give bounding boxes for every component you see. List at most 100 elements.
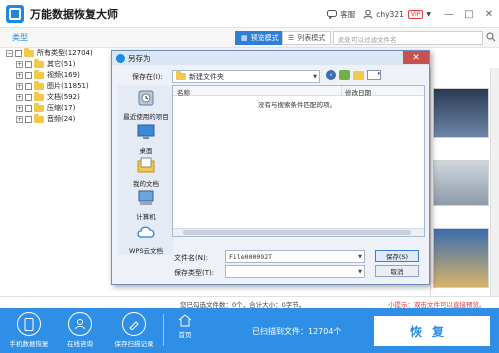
app-logo-icon (6, 4, 24, 23)
toolbar: 类型 ▦ 预览模式 ☰ 列表模式 此处可以过滤文件名 (0, 28, 499, 48)
place-recent[interactable]: 最近使用的项目 (118, 89, 174, 121)
filter-input[interactable]: 此处可以过滤文件名 (333, 31, 483, 45)
folder-icon (34, 113, 44, 123)
tree-root[interactable]: − 所有类型(12704) (6, 47, 93, 58)
checkbox[interactable] (15, 49, 22, 57)
expand-icon[interactable]: + (16, 93, 23, 101)
back-icon[interactable]: ‹ (326, 70, 336, 80)
maximize-button[interactable]: □ (459, 0, 479, 28)
dialog-title-bar[interactable]: 另存为 ✕ (112, 51, 429, 65)
list-mode-label: 列表模式 (297, 34, 326, 42)
folder-icon (34, 58, 44, 68)
scrollbar-thumb[interactable] (183, 230, 411, 235)
place-label: 计算机 (136, 213, 156, 221)
checkbox[interactable] (25, 115, 32, 123)
grid-icon: ▦ (241, 34, 248, 42)
vertical-scrollbar[interactable] (490, 68, 499, 296)
phone-icon (17, 312, 41, 336)
search-icon[interactable] (486, 32, 496, 42)
computer-icon (138, 190, 154, 205)
save-in-select[interactable]: 新建文件夹 ▼ (172, 70, 320, 83)
vip-badge: VIP (407, 9, 424, 19)
empty-message: 没有与搜索条件匹配的项。 (258, 101, 336, 109)
dialog-close-button[interactable]: ✕ (403, 51, 429, 64)
collapse-icon[interactable]: − (6, 49, 13, 57)
app-title: 万能数据恢复大师 (30, 7, 118, 21)
preview-mode-label: 预览模式 (250, 34, 279, 42)
save-in-value: 新建文件夹 (189, 72, 224, 81)
recent-icon (138, 90, 154, 106)
save-scan-record-label: 保存扫描记录 (114, 340, 154, 348)
file-list[interactable]: 名称 修改日期 没有与搜索条件匹配的项。 (172, 85, 425, 237)
tree-item[interactable]: + 文档(592) (16, 91, 80, 102)
checkbox[interactable] (25, 82, 32, 90)
place-wps-cloud[interactable]: WPS云文档 (118, 223, 174, 255)
up-folder-icon[interactable] (339, 70, 350, 80)
tree-item[interactable]: + 图片(11851) (16, 80, 89, 91)
tree-item-label: 文档(592) (47, 93, 80, 101)
tree-root-label: 所有类型(12704) (37, 49, 93, 57)
expand-icon[interactable]: + (16, 60, 23, 68)
list-icon: ☰ (288, 34, 295, 42)
breadcrumb[interactable]: 类型 (12, 32, 28, 43)
checkbox[interactable] (25, 93, 32, 101)
checkbox[interactable] (25, 104, 32, 112)
filename-input[interactable]: File000092T ▼ (225, 250, 365, 263)
cloud-icon (137, 226, 155, 238)
checkbox[interactable] (25, 71, 32, 79)
save-button[interactable]: 保存(S) (375, 250, 419, 262)
user-icon (363, 9, 373, 19)
tree-item-label: 其它(51) (47, 60, 76, 68)
expand-icon[interactable]: + (16, 82, 23, 90)
list-mode-button[interactable]: ☰ 列表模式 (282, 31, 332, 45)
place-computer[interactable]: 计算机 (118, 189, 174, 221)
column-name[interactable]: 名称 (177, 87, 190, 97)
tree-item[interactable]: + 压缩(17) (16, 102, 75, 113)
tree-item-label: 图片(11851) (47, 82, 89, 90)
thumbnail[interactable] (433, 228, 489, 288)
tree-item[interactable]: + 音频(24) (16, 113, 75, 124)
save-record-icon (122, 312, 146, 336)
expand-icon[interactable]: + (16, 115, 23, 123)
user-account[interactable]: chy321 VIP ▼ (363, 9, 431, 19)
horizontal-scrollbar[interactable] (173, 228, 424, 236)
user-dropdown-icon[interactable]: ▼ (426, 11, 431, 18)
app-window: 万能数据恢复大师 客服 chy321 VIP ▼ — □ ✕ 类型 ▦ 预览模式… (0, 0, 499, 353)
phone-recovery-label: 手机数据恢复 (9, 340, 49, 348)
expand-icon[interactable]: + (16, 104, 23, 112)
place-documents[interactable]: 我的文档 (118, 156, 174, 188)
view-menu-icon[interactable]: ▾ (367, 70, 381, 80)
place-label: 我的文档 (133, 180, 159, 188)
expand-icon[interactable]: + (16, 71, 23, 79)
new-folder-icon[interactable] (353, 70, 364, 80)
tree-item[interactable]: + 其它(51) (16, 58, 76, 69)
phone-recovery-button[interactable]: 手机数据恢复 (4, 312, 54, 348)
tree-item-label: 视频(169) (47, 71, 80, 79)
chat-icon (327, 9, 338, 19)
recover-button[interactable]: 恢复 (374, 316, 490, 346)
dialog-app-icon (116, 53, 125, 63)
customer-service-button[interactable]: 客服 (327, 9, 355, 20)
preview-mode-button[interactable]: ▦ 预览模式 (235, 31, 285, 45)
home-button[interactable]: 首页 (170, 314, 200, 339)
filetype-select[interactable]: ▼ (225, 265, 365, 278)
place-desktop[interactable]: 桌面 (118, 123, 174, 155)
online-consult-label: 在线咨询 (67, 340, 93, 348)
status-bar: 您已勾选文件数：0个，合计大小：0字节。 小提示：双击文件可以直接预览。 (0, 296, 499, 309)
save-scan-record-button[interactable]: 保存扫描记录 (109, 312, 159, 348)
close-button[interactable]: ✕ (479, 0, 499, 28)
checkbox[interactable] (25, 60, 32, 68)
thumbnail[interactable] (433, 88, 489, 138)
cancel-button[interactable]: 取消 (375, 265, 419, 277)
filename-value: File000092T (229, 252, 273, 261)
home-label: 首页 (178, 331, 192, 339)
tree-item[interactable]: + 视频(169) (16, 69, 80, 80)
file-list-header: 名称 修改日期 (173, 86, 424, 97)
minimize-button[interactable]: — (439, 0, 459, 28)
thumbnail[interactable] (433, 160, 489, 206)
column-modified[interactable]: 修改日期 (345, 87, 371, 97)
folder-icon (34, 80, 44, 90)
places-bar: 最近使用的项目 桌面 我的文档 计算机 WPS云文档 (118, 85, 174, 255)
title-bar: 万能数据恢复大师 客服 chy321 VIP ▼ — □ ✕ (0, 0, 499, 28)
online-consult-button[interactable]: 在线咨询 (55, 312, 105, 348)
